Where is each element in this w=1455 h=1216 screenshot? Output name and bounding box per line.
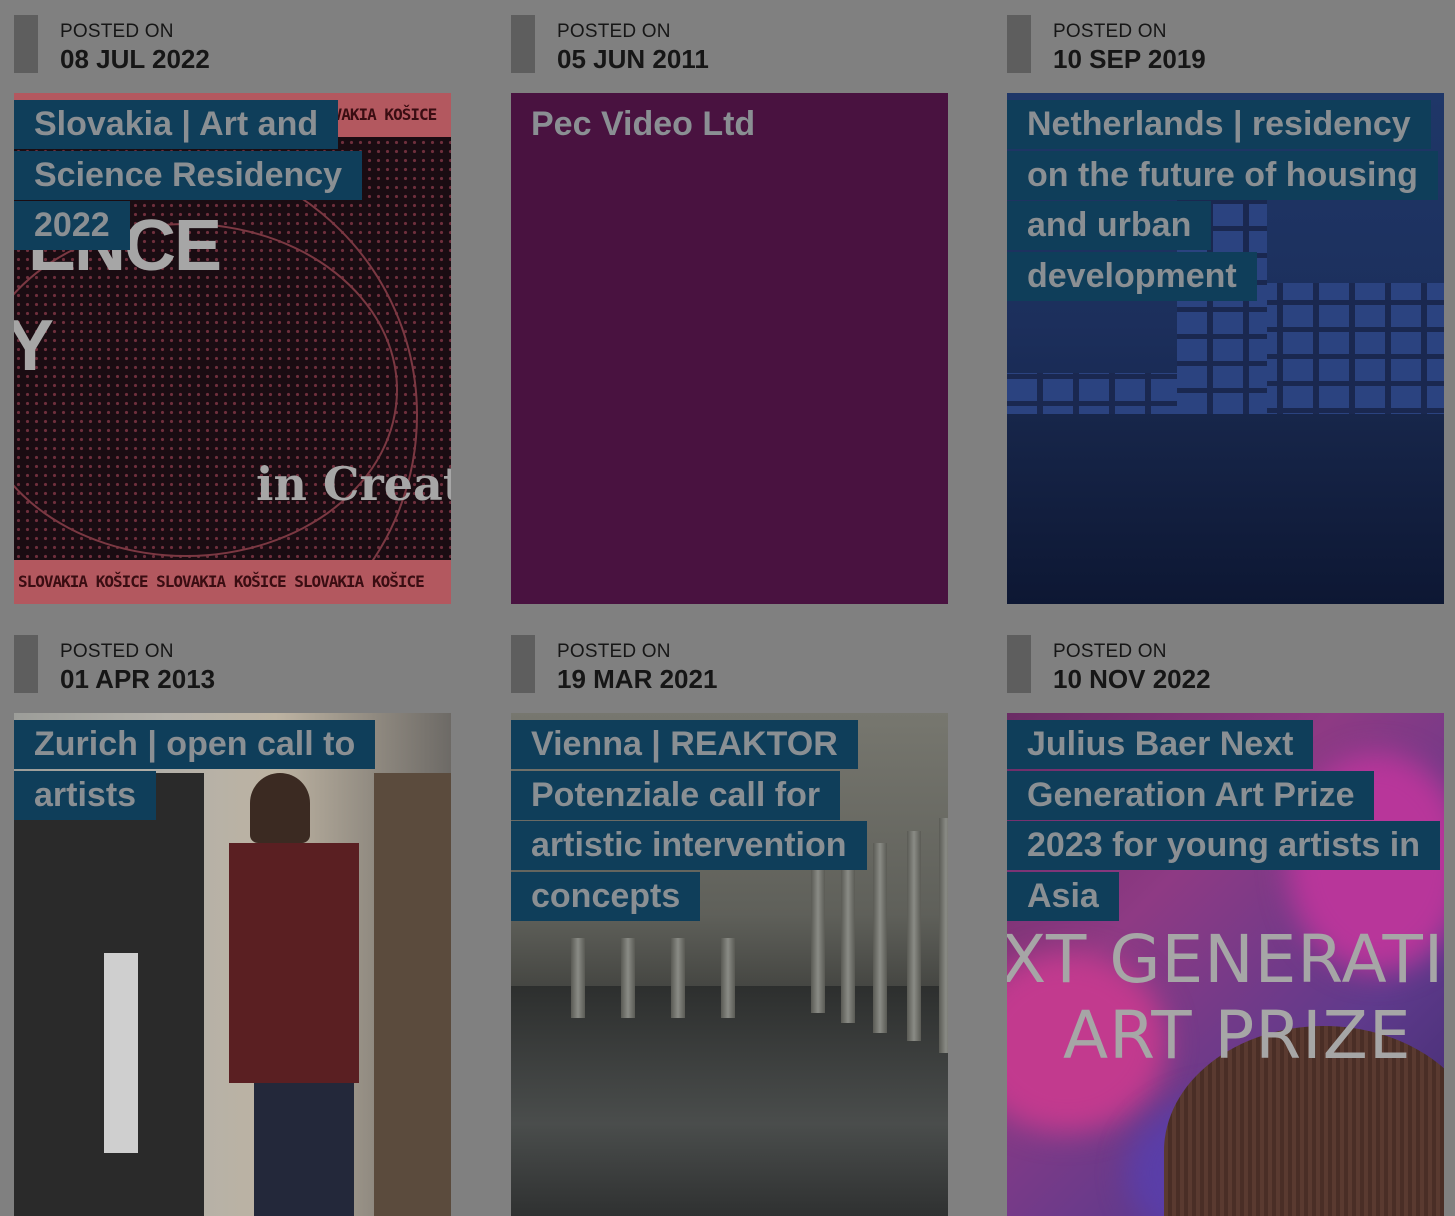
post-date: 19 MAR 2021 (557, 664, 718, 694)
posted-on-label: POSTED ON (557, 641, 671, 662)
meta-accent-bar (1007, 635, 1031, 693)
thumbnail-art-text: ART PRIZE (1063, 997, 1412, 1074)
post-meta: POSTED ON 10 NOV 2022 (1007, 635, 1444, 695)
post-meta: POSTED ON 05 JUN 2011 (511, 15, 948, 75)
meta-accent-bar (511, 15, 535, 73)
post-thumbnail[interactable]: Pec Video Ltd (511, 93, 948, 604)
post-thumbnail[interactable]: Netherlands | residency on the future of… (1007, 93, 1444, 604)
thumbnail-figure (374, 773, 451, 1216)
post-date: 05 JUN 2011 (557, 44, 709, 74)
post-grid: POSTED ON 08 JUL 2022 OVAKIA KOŠICE ENCE… (0, 0, 1455, 1216)
post-thumbnail[interactable]: Vienna | REAKTOR Potenziale call for art… (511, 713, 948, 1216)
thumbnail-big-text: Y (14, 306, 55, 386)
meta-accent-bar (1007, 15, 1031, 73)
meta-accent-bar (14, 635, 38, 693)
thumbnail-band-bottom: SLOVAKIA KOŠICE SLOVAKIA KOŠICE SLOVAKIA… (14, 560, 451, 604)
post-meta: POSTED ON 19 MAR 2021 (511, 635, 948, 695)
posted-on-label: POSTED ON (1053, 641, 1167, 662)
posted-on-label: POSTED ON (60, 21, 174, 42)
post-meta: POSTED ON 01 APR 2013 (14, 635, 451, 695)
thumbnail-figure (104, 953, 138, 1153)
post-date: 10 SEP 2019 (1053, 44, 1206, 74)
posted-on-label: POSTED ON (1053, 21, 1167, 42)
post-thumbnail[interactable]: OVAKIA KOŠICE ENCE Y in Creat SLOVAKIA K… (14, 93, 451, 604)
post-title[interactable]: Netherlands | residency on the future of… (1007, 99, 1438, 301)
post-title[interactable]: Julius Baer Next Generation Art Prize 20… (1007, 719, 1440, 921)
thumbnail-figure (229, 843, 359, 1083)
thumbnail-column (571, 938, 585, 1018)
posted-on-label: POSTED ON (557, 21, 671, 42)
thumbnail-script-text: in Creat (256, 457, 451, 511)
post-title[interactable]: Slovakia | Art and Science Residency 202… (14, 99, 434, 251)
thumbnail-art-text: XT GENERATIC (1007, 921, 1444, 998)
thumbnail-trees (1007, 414, 1444, 604)
post-date: 01 APR 2013 (60, 664, 216, 694)
meta-accent-bar (14, 15, 38, 73)
meta-accent-bar (511, 635, 535, 693)
post-date: 10 NOV 2022 (1053, 664, 1211, 694)
post-date: 08 JUL 2022 (60, 44, 210, 74)
posted-on-label: POSTED ON (60, 641, 174, 662)
post-meta: POSTED ON 08 JUL 2022 (14, 15, 451, 75)
thumbnail-figure (254, 1083, 354, 1216)
post-meta: POSTED ON 10 SEP 2019 (1007, 15, 1444, 75)
thumbnail-column (671, 938, 685, 1018)
post-thumbnail[interactable]: XT GENERATIC ART PRIZE Julius Baer Next … (1007, 713, 1444, 1216)
post-title[interactable]: Zurich | open call to artists (14, 719, 434, 820)
thumbnail-column (939, 818, 948, 1053)
thumbnail-column (721, 938, 735, 1018)
thumbnail-column (621, 938, 635, 1018)
post-title[interactable]: Vienna | REAKTOR Potenziale call for art… (511, 719, 931, 921)
post-thumbnail[interactable]: Zurich | open call to artists (14, 713, 451, 1216)
post-title[interactable]: Pec Video Ltd (511, 99, 931, 150)
